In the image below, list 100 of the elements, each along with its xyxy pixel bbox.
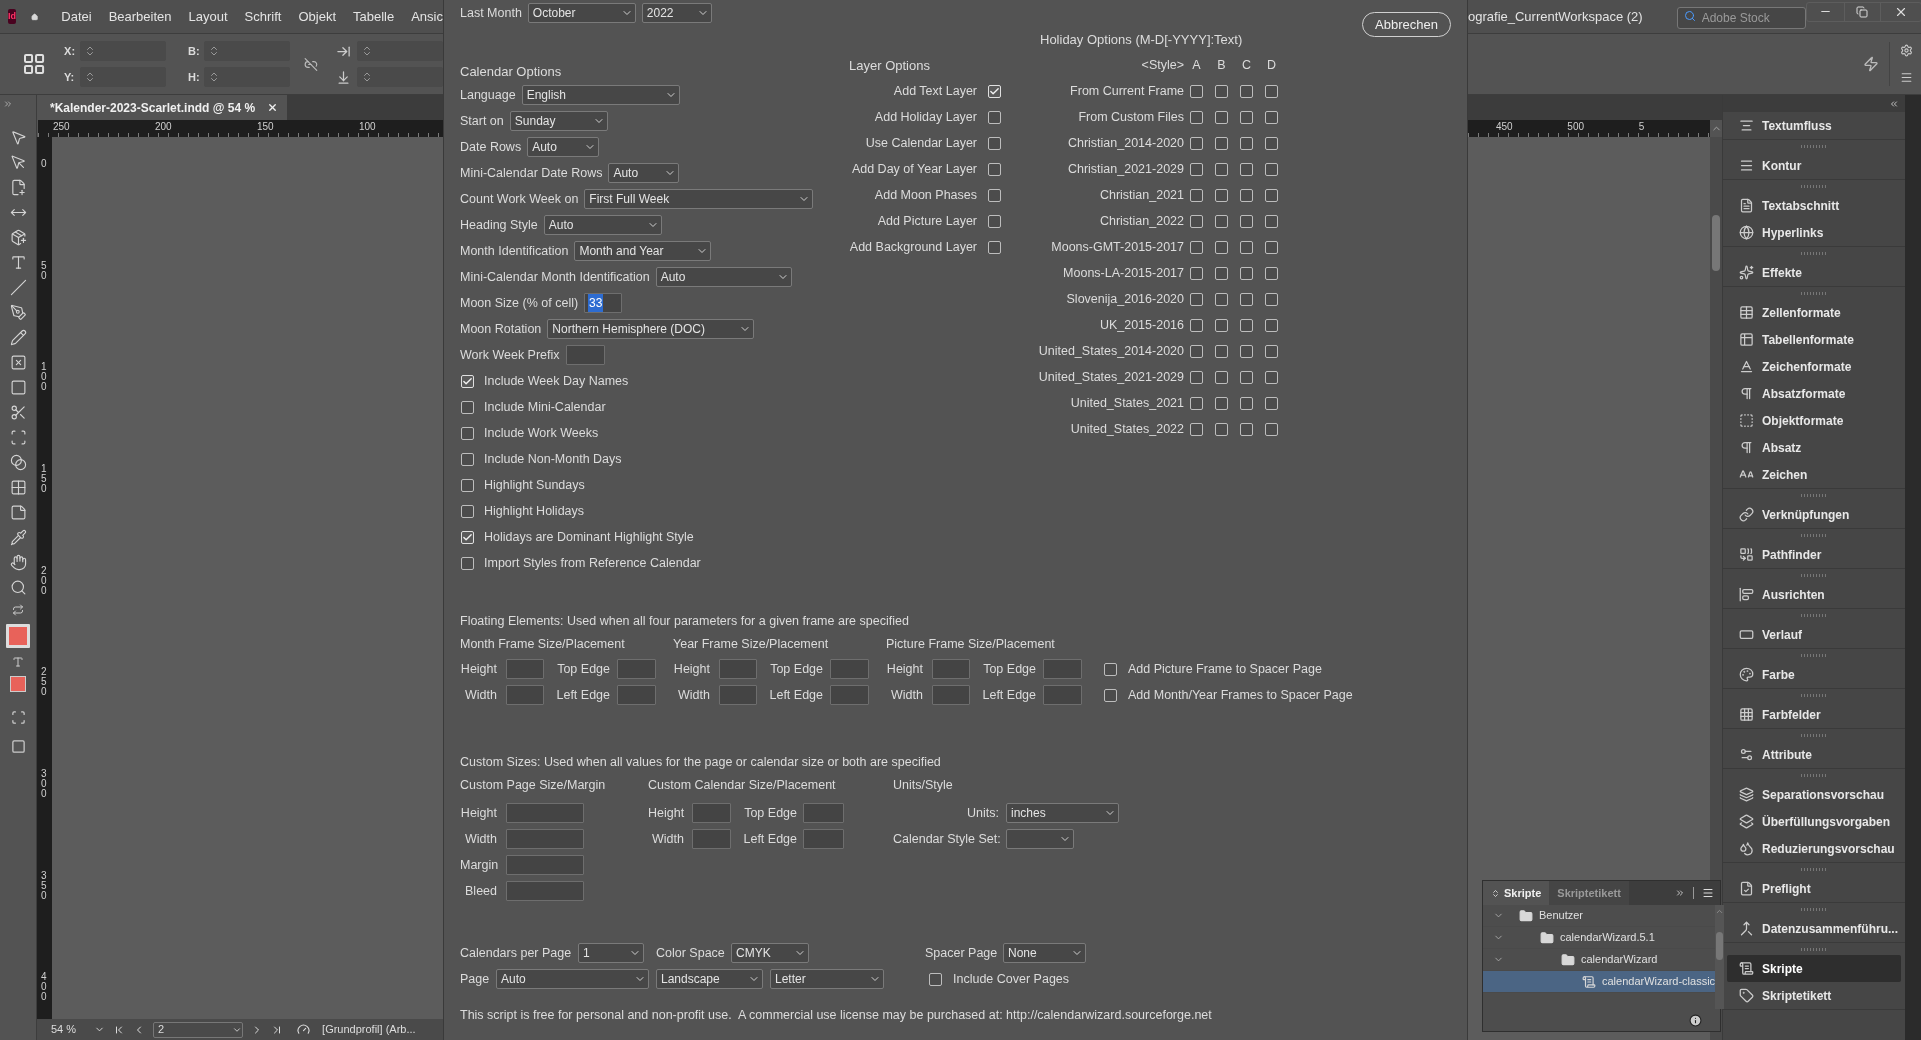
dropdown[interactable]: Month and Year [574,241,712,261]
grip-icon[interactable] [1801,613,1827,617]
spinner-field[interactable] [357,41,443,61]
dropdown[interactable]: Sunday [509,111,608,131]
checkbox-label[interactable]: Add Month/Year Frames to Spacer Page [1128,685,1353,705]
tree-item[interactable]: calendarWizard-classic [1483,971,1716,993]
panel-item[interactable]: Kontur [1727,152,1901,179]
panel-item[interactable]: Ausrichten [1727,581,1901,608]
spinner-field[interactable] [80,67,167,87]
dropdown[interactable]: inches [1006,803,1119,823]
checkbox[interactable] [1265,110,1278,124]
scrollbar-thumb[interactable] [1716,932,1724,960]
checkbox[interactable] [988,110,1001,124]
menu-item[interactable]: Tabelle [353,6,395,27]
panel-item[interactable]: Objektformate [1727,407,1901,434]
scrollbar-thumb[interactable] [1712,215,1720,271]
spinner-field[interactable] [80,41,167,61]
text-icon[interactable] [9,254,27,271]
line-icon[interactable] [9,279,27,296]
restore-button[interactable] [1843,2,1881,21]
checkbox[interactable] [1240,318,1253,332]
input-field[interactable] [803,803,844,823]
collector-icon[interactable] [9,229,27,246]
checkbox-label[interactable]: Include Non-Month Days [484,449,622,469]
grip-icon[interactable] [1801,733,1827,737]
grip-icon[interactable] [1801,184,1827,188]
screen-mode-icon[interactable] [10,739,26,754]
checkbox[interactable] [1215,422,1228,436]
pencil-icon[interactable] [9,329,27,346]
checkbox[interactable] [1190,396,1203,410]
checkbox[interactable] [1104,688,1117,702]
dropdown[interactable]: Auto [608,163,680,183]
panel-item[interactable]: Farbfelder [1727,701,1901,728]
checkbox-label[interactable]: Add Picture Frame to Spacer Page [1128,659,1322,679]
panel-item[interactable]: Absatz [1727,434,1901,461]
grip-icon[interactable] [1801,251,1827,255]
checkbox[interactable] [1240,136,1253,150]
checkbox[interactable] [1265,214,1278,228]
input-field[interactable] [506,659,544,679]
grip-icon[interactable] [1801,573,1827,577]
grip-icon[interactable] [1801,493,1827,497]
menu-icon[interactable] [1702,887,1714,899]
dropdown[interactable]: CMYK [731,943,809,963]
input-field[interactable] [692,829,731,849]
checkbox[interactable] [1104,662,1117,676]
checkbox[interactable] [1215,162,1228,176]
input-field[interactable]: 33 [584,293,623,313]
grip-icon[interactable] [1801,533,1827,537]
checkbox[interactable] [1240,344,1253,358]
close-icon[interactable] [267,102,279,113]
checkbox[interactable] [1265,370,1278,384]
checkbox[interactable] [1215,318,1228,332]
grip-icon[interactable] [1801,867,1827,871]
checkbox[interactable] [1240,240,1253,254]
view-mode-icon[interactable] [10,710,26,725]
checkbox[interactable] [1190,422,1203,436]
input-field[interactable] [932,659,970,679]
panel-item[interactable]: Separationsvorschau [1727,781,1901,808]
dropdown[interactable]: Northern Hemisphere (DOC) [547,319,755,339]
panel-item[interactable]: Verlauf [1727,621,1901,648]
checkbox[interactable] [1190,84,1203,98]
checkbox[interactable] [1215,214,1228,228]
reference-point-icon[interactable] [22,51,47,77]
checkbox[interactable] [1265,84,1278,98]
checkbox[interactable] [1215,240,1228,254]
scroll-up-icon[interactable] [1715,907,1725,916]
spinner-icon[interactable] [361,45,373,57]
transform-icon[interactable] [9,429,27,446]
input-field[interactable] [932,685,970,705]
checkbox-label[interactable]: Include Cover Pages [953,969,1070,989]
input-field[interactable] [506,803,584,823]
input-field[interactable] [617,685,656,705]
checkbox[interactable] [1190,162,1203,176]
frame-icon[interactable] [9,354,27,371]
checkbox[interactable] [1190,318,1203,332]
checkbox[interactable] [461,504,474,518]
checkbox-label[interactable]: Add Background Layer [849,237,977,257]
menu-item[interactable]: Schrift [244,6,282,27]
menu-item[interactable]: Datei [61,6,92,27]
checkbox[interactable] [1215,266,1228,280]
menu-item[interactable]: Bearbeiten [108,6,172,27]
grip-icon[interactable] [1801,907,1827,911]
checkbox[interactable] [1240,292,1253,306]
preflight-icon[interactable] [297,1023,311,1036]
checkbox[interactable] [1190,240,1203,254]
checkbox[interactable] [1265,188,1278,202]
input-field[interactable] [692,803,731,823]
dropdown[interactable]: Auto [496,969,649,989]
checkbox[interactable] [461,452,474,466]
fill-stroke-swatch[interactable] [6,624,30,648]
checkbox[interactable] [929,972,942,986]
spinner-icon[interactable] [361,71,373,83]
dropdown[interactable]: None [1003,943,1086,963]
checkbox[interactable] [1240,188,1253,202]
checkbox[interactable] [1215,370,1228,384]
grip-icon[interactable] [1801,773,1827,777]
checkbox[interactable] [1240,422,1253,436]
checkbox[interactable] [988,162,1001,176]
panel-item[interactable]: Preflight [1727,875,1901,902]
checkbox[interactable] [461,400,474,414]
